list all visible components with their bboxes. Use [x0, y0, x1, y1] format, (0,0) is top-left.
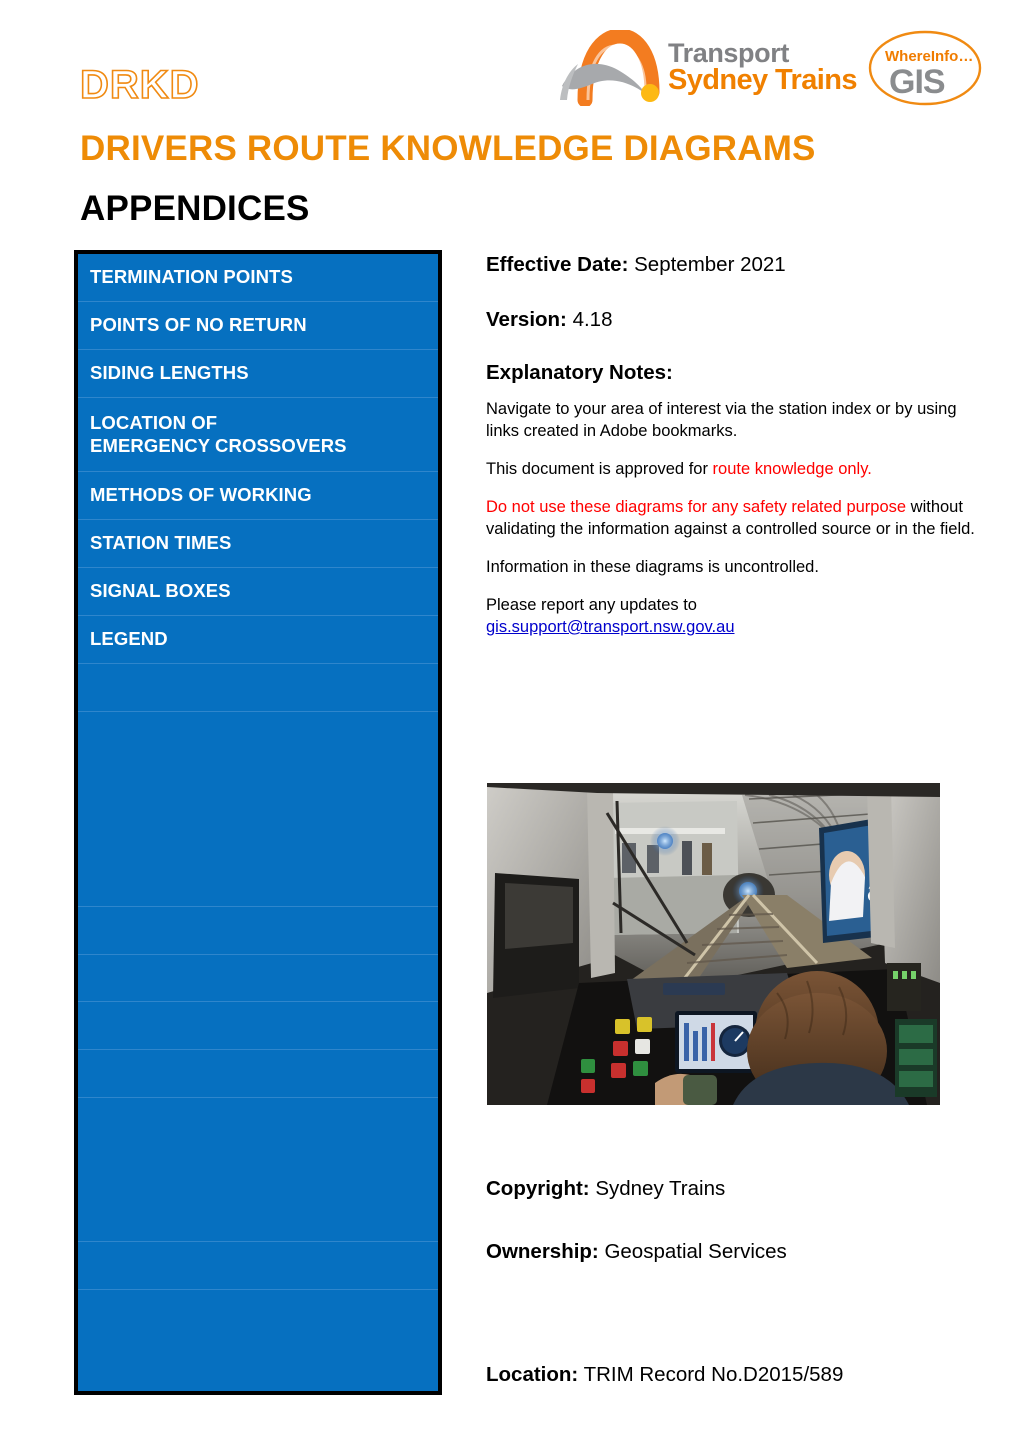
version-value: 4.18	[566, 307, 613, 331]
ownership-label: Ownership:	[486, 1239, 599, 1263]
nav-empty-row	[78, 1290, 438, 1339]
nav-item-label: METHODS OF WORKING	[90, 484, 312, 506]
version-label: Version:	[486, 307, 567, 331]
nav-item-location-of-emergency-crossovers[interactable]: LOCATION OF EMERGENCY CROSSOVERS	[78, 398, 438, 472]
note-navigate: Navigate to your area of interest via th…	[486, 400, 957, 441]
copyright-value: Sydney Trains	[589, 1177, 726, 1200]
support-email-link[interactable]: gis.support@transport.nsw.gov.au	[486, 618, 735, 636]
nav-item-siding-lengths[interactable]: SIDING LENGTHS	[78, 350, 438, 398]
version-line: Version: 4.18	[486, 307, 986, 334]
explanatory-notes-heading: Explanatory Notes:	[486, 361, 673, 385]
header-logo-group: Transport Sydney Trains WhereInfo… GIS	[552, 22, 988, 114]
location-label: Location:	[486, 1363, 579, 1386]
nav-item-label: POINTS OF NO RETURN	[90, 314, 307, 336]
copyright-line: Copyright: Sydney Trains	[486, 1176, 986, 1203]
note-report-prefix: Please report any updates to	[486, 595, 697, 614]
note-approved-prefix: This document is approved for	[486, 460, 713, 479]
nav-item-methods-of-working[interactable]: METHODS OF WORKING	[78, 472, 438, 520]
transport-wordmark: Transport Sydney Trains	[668, 40, 857, 97]
note-warning-emphasis: Do not use these diagrams for any safety…	[486, 498, 907, 517]
appendix-navigation-box: TERMINATION POINTS POINTS OF NO RETURN SID…	[74, 250, 442, 1395]
nav-empty-row	[78, 712, 438, 907]
nav-item-label: LEGEND	[90, 628, 168, 650]
nav-empty-row	[78, 664, 438, 712]
nav-empty-row	[78, 1242, 438, 1290]
note-uncontrolled: Information in these diagrams is uncontr…	[486, 557, 819, 576]
nav-empty-row	[78, 1050, 438, 1098]
page-title: DRIVERS ROUTE KNOWLEDGE DIAGRAMS	[80, 129, 816, 168]
document-footer-column: Copyright: Sydney Trains Ownership: Geos…	[486, 1176, 986, 1301]
nav-item-label: TERMINATION POINTS	[90, 266, 293, 288]
effective-date-value: September 2021	[628, 253, 786, 276]
drkd-acronym-title: DRKD	[79, 62, 200, 108]
transport-nsw-arch-icon	[560, 30, 660, 106]
nav-item-label: STATION TIMES	[90, 532, 232, 554]
document-details-column: Effective Date: September 2021 Version: …	[486, 252, 986, 655]
nav-item-termination-points[interactable]: TERMINATION POINTS	[78, 254, 438, 302]
nav-empty-row	[78, 1098, 438, 1242]
nav-item-label: SIDING LENGTHS	[90, 362, 249, 384]
nav-item-label: LOCATION OF EMERGENCY CROSSOVERS	[90, 411, 347, 456]
sydney-trains-word: Sydney Trains	[668, 64, 857, 97]
effective-date-line: Effective Date: September 2021	[486, 252, 986, 279]
effective-date-label: Effective Date:	[486, 253, 629, 276]
location-value: TRIM Record No.D2015/589	[578, 1363, 844, 1386]
nav-item-points-of-no-return[interactable]: POINTS OF NO RETURN	[78, 302, 438, 350]
location-line: Location: TRIM Record No.D2015/589	[486, 1363, 843, 1387]
nav-empty-row	[78, 907, 438, 955]
nav-item-signal-boxes[interactable]: SIGNAL BOXES	[78, 568, 438, 616]
nav-item-station-times[interactable]: STATION TIMES	[78, 520, 438, 568]
ownership-value: Geospatial Services	[598, 1239, 787, 1263]
gis-text: GIS	[889, 63, 945, 101]
note-safety-warning: Do not use these diagrams for any safety…	[486, 497, 986, 541]
transport-sydney-trains-logo: Transport Sydney Trains	[552, 30, 857, 106]
whereinfo-gis-logo: WhereInfo… GIS	[868, 30, 982, 106]
nav-empty-row	[78, 1002, 438, 1050]
ownership-line: Ownership: Geospatial Services	[486, 1239, 986, 1266]
copyright-label: Copyright:	[486, 1177, 590, 1200]
nav-empty-row	[78, 955, 438, 1002]
note-approved-emphasis: route knowledge only.	[712, 460, 872, 479]
train-driver-cab-view-photo: a	[487, 783, 940, 1105]
note-report-updates: Please report any updates to gis.support…	[486, 595, 986, 639]
nav-item-label: SIGNAL BOXES	[90, 580, 231, 602]
nav-item-legend[interactable]: LEGEND	[78, 616, 438, 664]
note-approved: This document is approved for route know…	[486, 459, 986, 481]
cab-photo-illustration: a	[487, 783, 940, 1105]
page-subtitle: APPENDICES	[80, 189, 310, 228]
